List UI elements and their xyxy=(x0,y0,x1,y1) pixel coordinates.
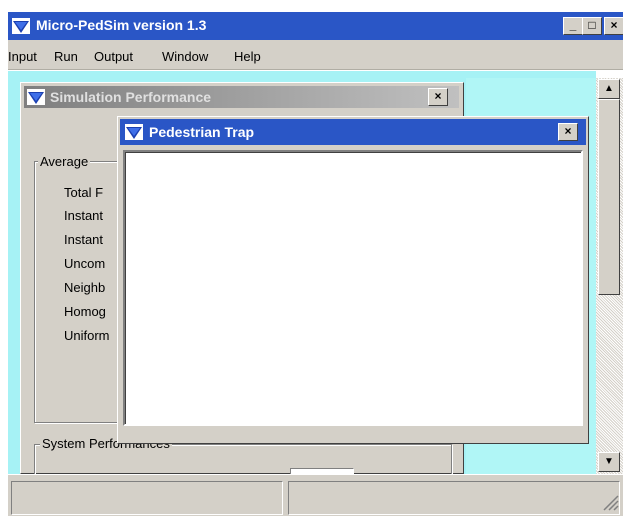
pedestrian-trap-close-button[interactable]: × xyxy=(558,123,578,141)
simulation-performance-title: Simulation Performance xyxy=(50,89,212,105)
menu-input[interactable]: Input xyxy=(8,49,37,64)
menu-help[interactable]: Help xyxy=(234,49,261,64)
close-icon: × xyxy=(610,18,618,32)
menu-bar: Input Run Output Window Help xyxy=(8,40,623,70)
app-icon xyxy=(12,18,30,34)
stat-label: Instant xyxy=(64,208,104,223)
pedestrian-trap-titlebar[interactable]: Pedestrian Trap × xyxy=(120,119,586,145)
maximize-button[interactable]: □ xyxy=(582,17,602,35)
maximize-icon: □ xyxy=(588,18,596,32)
minimize-button[interactable]: _ xyxy=(563,17,583,35)
stat-label: Instant xyxy=(64,232,104,247)
close-button[interactable]: × xyxy=(604,17,623,35)
minimize-icon: _ xyxy=(569,18,577,32)
scroll-down-button[interactable]: ▼ xyxy=(598,452,620,472)
pedestrian-trap-title: Pedestrian Trap xyxy=(149,124,255,140)
simulation-performance-titlebar[interactable]: Simulation Performance × xyxy=(24,86,459,108)
menu-window[interactable]: Window xyxy=(162,49,208,64)
simulation-performance-close-button[interactable]: × xyxy=(428,88,448,106)
app-title: Micro-PedSim version 1.3 xyxy=(36,17,207,33)
scrollbar-thumb[interactable] xyxy=(598,99,620,295)
stat-label: Total F xyxy=(64,185,104,200)
main-titlebar[interactable]: Micro-PedSim version 1.3 _ □ × xyxy=(8,12,623,40)
window-icon xyxy=(27,89,45,108)
stat-label: Uniform xyxy=(64,328,110,343)
stat-label: Uncom xyxy=(64,256,106,271)
stat-label: Neighb xyxy=(64,280,106,295)
stat-label: Homog xyxy=(64,304,106,319)
scroll-up-icon: ▲ xyxy=(604,83,614,94)
menu-run[interactable]: Run xyxy=(54,49,78,64)
scroll-down-icon: ▼ xyxy=(604,456,614,467)
status-pane xyxy=(288,481,620,515)
window-icon xyxy=(125,124,143,143)
resize-grip-icon[interactable] xyxy=(598,488,620,512)
pedestrian-trap-canvas[interactable] xyxy=(123,150,583,426)
close-icon: × xyxy=(564,124,572,138)
status-bar xyxy=(8,474,623,516)
close-icon: × xyxy=(434,89,442,103)
scroll-up-button[interactable]: ▲ xyxy=(598,79,620,99)
status-pane xyxy=(11,481,283,515)
menu-output[interactable]: Output xyxy=(94,49,133,64)
average-group-label: Average xyxy=(38,154,91,169)
